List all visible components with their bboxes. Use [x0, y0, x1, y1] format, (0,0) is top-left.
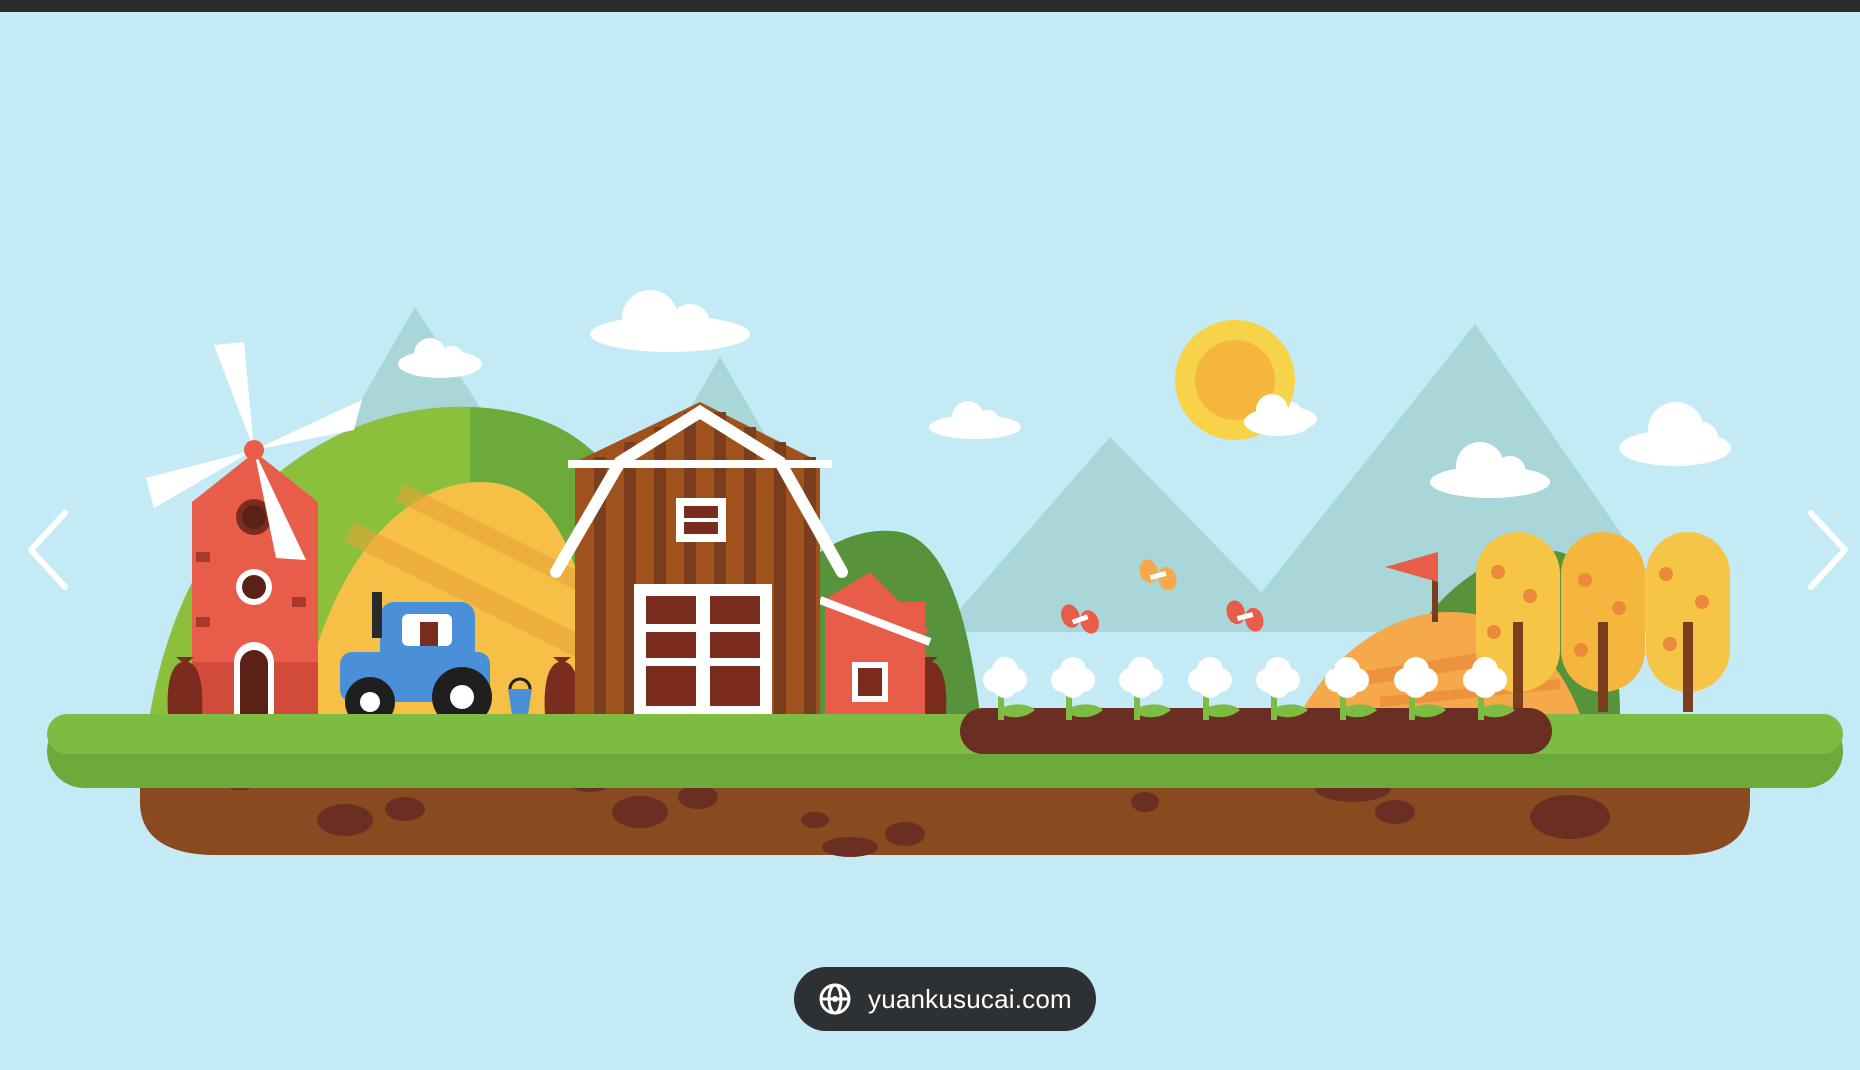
farm-illustration [0, 12, 1860, 1070]
ground [47, 708, 1843, 857]
browser-top-bar [0, 0, 1860, 12]
previous-image-button[interactable] [16, 500, 80, 600]
source-link-button[interactable]: yuankusucai.com [794, 967, 1096, 1031]
globe-icon [819, 983, 851, 1015]
orange-trees [1476, 532, 1730, 712]
next-image-button[interactable] [1796, 500, 1860, 600]
sun [1175, 320, 1312, 440]
source-link-label: yuankusucai.com [868, 983, 1072, 1014]
chevron-right-icon [1808, 510, 1848, 590]
chevron-left-icon [28, 510, 68, 590]
